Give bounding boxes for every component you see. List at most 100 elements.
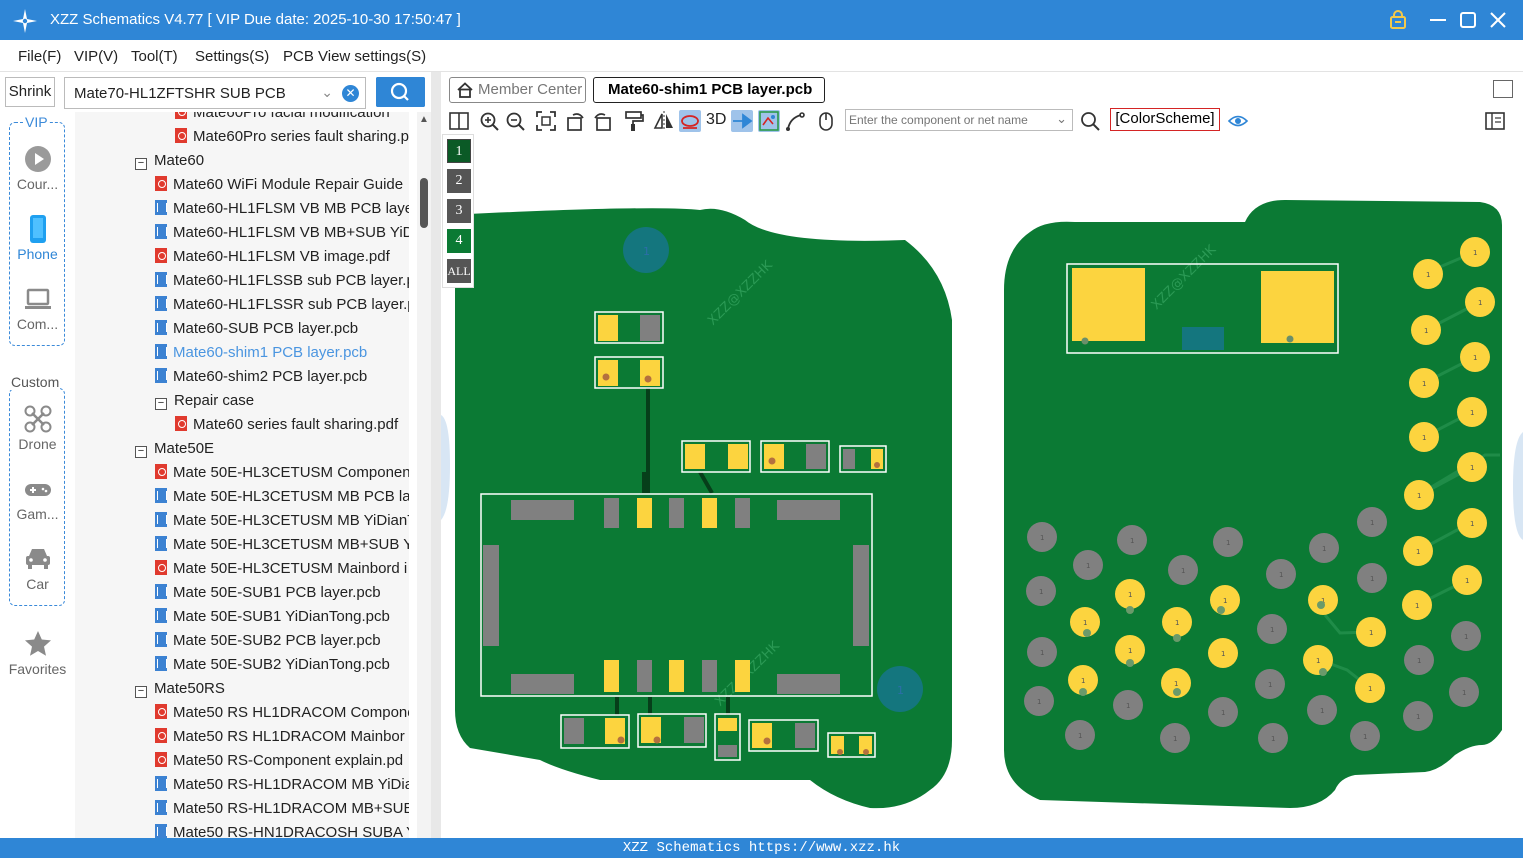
- tree-file[interactable]: Mate50 RS-HL1DRACOM MB+SUB: [155, 797, 409, 821]
- gamepad-icon: [24, 484, 51, 496]
- tree-file[interactable]: Mate 50E-SUB2 YiDianTong.pcb: [155, 653, 390, 677]
- search-select[interactable]: Mate70-HL1ZFTSHR SUB PCB ⌄ ✕: [64, 77, 366, 109]
- paint-icon[interactable]: [623, 110, 645, 132]
- net-icon[interactable]: [758, 110, 780, 132]
- tree-file[interactable]: Mate60Pro series fault sharing.p: [175, 125, 409, 149]
- eye-icon[interactable]: [1227, 110, 1249, 132]
- tree-file[interactable]: Mate60 series fault sharing.pdf: [175, 413, 398, 437]
- search-icon[interactable]: [1079, 110, 1101, 132]
- rotate-right-icon[interactable]: [591, 110, 613, 132]
- tree-file[interactable]: Mate50 RS HL1DRACOM Mainbor: [155, 725, 405, 749]
- menu-file[interactable]: File(F): [18, 48, 61, 65]
- tree-file[interactable]: Mate60-SUB PCB layer.pcb: [155, 317, 358, 341]
- layer-4-button[interactable]: 4: [447, 229, 471, 253]
- pcb-file-icon: [155, 488, 167, 503]
- menu-pcb-view-settings[interactable]: PCB View settings(S): [283, 48, 426, 65]
- nav-favorites[interactable]: Favorites: [0, 629, 75, 677]
- tree-file[interactable]: Mate60Pro facial modification: [175, 112, 390, 125]
- pdf-file-icon: [155, 728, 167, 743]
- car-icon: [25, 549, 50, 569]
- layer-3-button[interactable]: 3: [447, 199, 471, 223]
- tree-file[interactable]: Mate60-HL1FLSM VB image.pdf: [155, 245, 390, 269]
- search-button[interactable]: [376, 77, 425, 107]
- tree-file[interactable]: Mate60-HL1FLSM VB MB PCB laye: [155, 197, 409, 221]
- tree-file[interactable]: Mate50 RS-HL1DRACOM MB YiDia: [155, 773, 409, 797]
- trace-icon[interactable]: [785, 110, 807, 132]
- layer-2-button[interactable]: 2: [447, 169, 471, 193]
- right-collapse-handle[interactable]: [1513, 432, 1523, 540]
- tree-folder[interactable]: − Repair case: [155, 389, 254, 413]
- nav-courses[interactable]: Cour...: [0, 144, 75, 192]
- collapse-icon[interactable]: −: [135, 158, 147, 170]
- tree-file[interactable]: Mate 50E-HL3CETUSM MB YiDianT: [155, 509, 409, 533]
- flip-icon[interactable]: [653, 110, 675, 132]
- nav-car[interactable]: Car: [0, 544, 75, 592]
- tree-file[interactable]: Mate60-HL1FLSSR sub PCB layer.p: [155, 293, 409, 317]
- tree-file[interactable]: Mate60-HL1FLSM VB MB+SUB YiD: [155, 221, 409, 245]
- vip-lock-icon[interactable]: [1387, 9, 1409, 31]
- tree-scrollbar[interactable]: ▲: [417, 112, 431, 838]
- tree-file[interactable]: Mate 50E-HL3CETUSM MB PCB lay: [155, 485, 409, 509]
- nav-game[interactable]: Gam...: [0, 474, 75, 522]
- minimize-icon[interactable]: [1427, 9, 1449, 31]
- tree-file[interactable]: Mate60-shim2 PCB layer.pcb: [155, 365, 367, 389]
- tree-file[interactable]: Mate50 RS-Component explain.pd: [155, 749, 403, 773]
- menu-tool[interactable]: Tool(T): [131, 48, 178, 65]
- tree-folder[interactable]: − Mate60: [135, 149, 204, 173]
- zoom-in-icon[interactable]: [478, 110, 500, 132]
- tree-file[interactable]: Mate 50E-HL3CETUSM MB+SUB Yi: [155, 533, 409, 557]
- fit-icon[interactable]: [535, 110, 557, 132]
- component-search-input[interactable]: [846, 110, 1042, 130]
- layer-all-button[interactable]: ALL: [447, 259, 471, 283]
- zoom-out-icon[interactable]: [504, 110, 526, 132]
- pin-icon[interactable]: [731, 110, 753, 132]
- tree-folder[interactable]: − Mate50E: [135, 437, 214, 461]
- tree-file[interactable]: Mate 50E-HL3CETUSM Mainbord i: [155, 557, 407, 581]
- panel-toggle-icon[interactable]: [1484, 110, 1506, 132]
- tab-member-center[interactable]: Member Center: [449, 77, 586, 103]
- collapse-icon[interactable]: −: [155, 398, 167, 410]
- tab-active-pcb[interactable]: Mate60-shim1 PCB layer.pcb: [593, 77, 825, 103]
- tree-file[interactable]: Mate 50E-SUB1 PCB layer.pcb: [155, 581, 381, 605]
- scroll-up-icon[interactable]: ▲: [419, 114, 429, 125]
- nav-drone[interactable]: Drone: [0, 404, 75, 452]
- left-collapse-handle[interactable]: [441, 415, 450, 520]
- shrink-button[interactable]: Shrink: [5, 77, 55, 107]
- nav-phone[interactable]: Phone: [0, 214, 75, 262]
- tree-file[interactable]: Mate60-shim1 PCB layer.pcb: [155, 341, 367, 365]
- clear-icon[interactable]: ✕: [342, 85, 359, 102]
- component-dropdown-icon[interactable]: ⌄: [1056, 111, 1067, 127]
- test-point-pad-label: 1: [1316, 657, 1320, 665]
- nav-computer[interactable]: Com...: [0, 284, 75, 332]
- test-point-grey-label: 1: [1221, 709, 1225, 717]
- component-search-field[interactable]: ⌄: [845, 109, 1073, 131]
- view-3d-button[interactable]: 3D: [706, 111, 726, 129]
- layer-1-button[interactable]: 1: [447, 139, 471, 163]
- tree-folder[interactable]: − Mate50RS: [135, 677, 225, 701]
- tree-file[interactable]: Mate50 RS-HN1DRACOSH SUBA Y: [155, 821, 409, 838]
- color-scheme-button[interactable]: [ColorScheme]: [1110, 108, 1220, 131]
- menu-vip[interactable]: VIP(V): [74, 48, 118, 65]
- split-view-icon[interactable]: [448, 110, 470, 132]
- collapse-icon[interactable]: −: [135, 686, 147, 698]
- tree-scrollbar-thumb[interactable]: [420, 178, 428, 228]
- tree-file[interactable]: Mate 50E-HL3CETUSM Componen: [155, 461, 409, 485]
- pcb-drawing[interactable]: XZZ@XZZHK XZZ@XZZHK XZZ@XZZHK 1 1: [441, 134, 1523, 838]
- tree-file[interactable]: Mate 50E-SUB2 PCB layer.pcb: [155, 629, 381, 653]
- chevron-down-icon[interactable]: ⌄: [321, 84, 333, 101]
- panel-splitter[interactable]: [431, 72, 441, 838]
- close-tabs-icon[interactable]: [1493, 80, 1513, 98]
- mouse-icon[interactable]: [815, 110, 837, 132]
- close-icon[interactable]: [1487, 9, 1509, 31]
- tree-file[interactable]: Mate50 RS HL1DRACOM Compone: [155, 701, 409, 725]
- menu-settings[interactable]: Settings(S): [195, 48, 269, 65]
- highlight-icon[interactable]: [679, 110, 701, 132]
- maximize-icon[interactable]: [1457, 9, 1479, 31]
- rotate-left-icon[interactable]: [565, 110, 587, 132]
- tree-file[interactable]: Mate60 WiFi Module Repair Guide: [155, 173, 403, 197]
- tree-file[interactable]: Mate60-HL1FLSSB sub PCB layer.p: [155, 269, 409, 293]
- pcb-canvas[interactable]: XZZ@XZZHK XZZ@XZZHK XZZ@XZZHK 1 1: [441, 134, 1523, 838]
- tree-file[interactable]: Mate 50E-SUB1 YiDianTong.pcb: [155, 605, 390, 629]
- collapse-icon[interactable]: −: [135, 446, 147, 458]
- tree-item-label: Mate60 series fault sharing.pdf: [193, 416, 399, 433]
